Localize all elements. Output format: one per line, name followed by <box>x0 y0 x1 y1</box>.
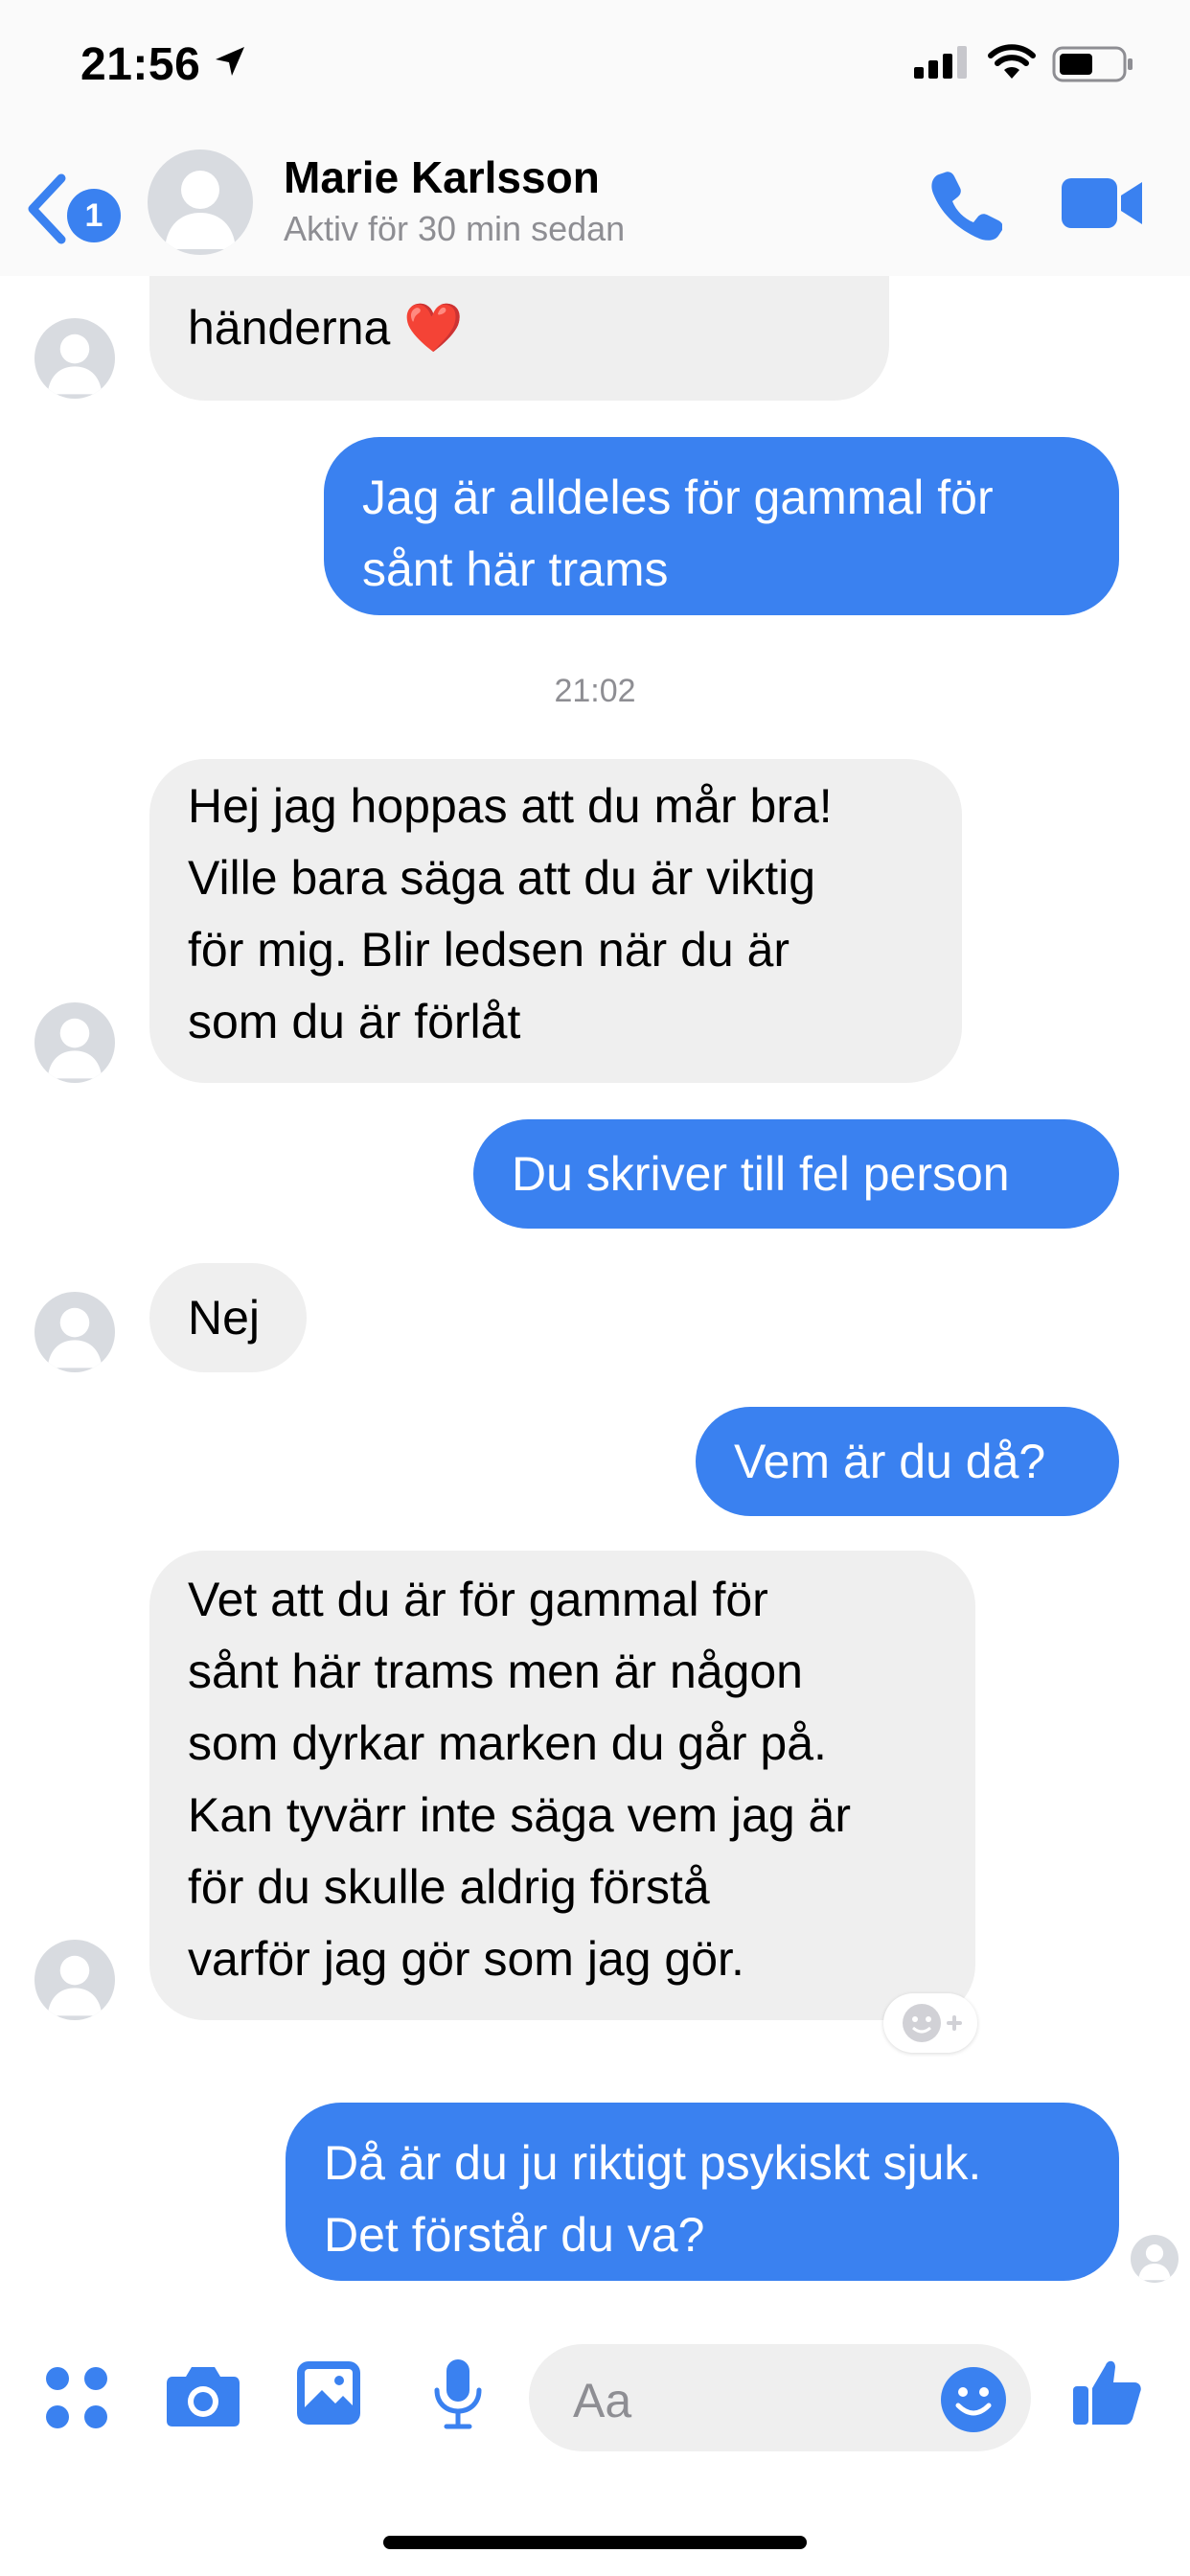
status-bar: 21:56 <box>0 0 1190 134</box>
message-line: varför jag gör som jag gör. <box>188 1932 744 1986</box>
message-line: Jag är alldeles för gammal för <box>362 471 994 524</box>
message-line: Vem är du då? <box>734 1435 1046 1488</box>
gallery-icon[interactable] <box>295 2359 362 2426</box>
signal-icon <box>914 46 967 79</box>
message-line: sånt här trams <box>362 542 669 596</box>
sender-avatar <box>34 1292 115 1372</box>
video-icon[interactable] <box>1062 174 1144 232</box>
message-input[interactable]: Aa <box>529 2344 1031 2451</box>
presence-status: Aktiv för 30 min sedan <box>284 209 626 248</box>
message-line: Det förstår du va? <box>324 2208 705 2262</box>
message-line: Då är du ju riktigt psykiskt sjuk. <box>324 2136 982 2190</box>
message-bubble[interactable]: Vet att du är för gammal för sånt här tr… <box>149 1551 975 2020</box>
message-line: Hej jag hoppas att du mår bra! <box>188 779 833 833</box>
message-bubble[interactable]: Då är du ju riktigt psykiskt sjuk. Det f… <box>286 2103 1119 2281</box>
home-indicator[interactable] <box>383 2536 807 2549</box>
unread-badge: 1 <box>67 189 121 242</box>
message-composer: Aa <box>0 2329 1190 2482</box>
contact-name[interactable]: Marie Karlsson <box>284 151 600 203</box>
message-bubble[interactable]: Nej <box>149 1263 307 1372</box>
microphone-icon[interactable] <box>429 2358 487 2430</box>
apps-icon[interactable] <box>44 2365 109 2430</box>
message-line: händerna ❤️ <box>188 301 464 355</box>
add-reaction-button[interactable] <box>883 1993 977 2053</box>
message-line: Vet att du är för gammal för <box>188 1573 768 1626</box>
message-line: för du skulle aldrig förstå <box>188 1860 710 1914</box>
add-reaction-icon <box>903 2004 962 2042</box>
contact-avatar[interactable] <box>148 150 253 255</box>
location-arrow-icon <box>216 47 244 76</box>
phone-icon[interactable] <box>926 165 1002 242</box>
battery-icon <box>1052 46 1133 82</box>
like-icon[interactable] <box>1071 2356 1144 2428</box>
message-bubble[interactable]: Hej jag hoppas att du mår bra! Ville bar… <box>149 759 962 1083</box>
status-time: 21:56 <box>80 39 201 90</box>
conversation-header: 1 Marie Karlsson Aktiv för 30 min sedan <box>0 134 1190 276</box>
message-line: som du är förlåt <box>188 995 521 1048</box>
back-button[interactable]: 1 <box>25 172 130 245</box>
sender-avatar <box>34 1002 115 1083</box>
sender-avatar <box>34 1940 115 2020</box>
message-bubble[interactable]: Du skriver till fel person <box>473 1119 1119 1229</box>
message-line: som dyrkar marken du går på. <box>188 1716 827 1770</box>
message-line: Kan tyvärr inte säga vem jag är <box>188 1788 851 1842</box>
timestamp-divider: 21:02 <box>554 673 636 709</box>
default-avatar-icon <box>165 171 236 249</box>
emoji-icon[interactable] <box>939 2365 1008 2434</box>
message-line: sånt här trams men är någon <box>188 1644 803 1698</box>
camera-icon[interactable] <box>165 2361 241 2428</box>
message-line: Ville bara säga att du är viktig <box>188 851 816 905</box>
message-line: Nej <box>188 1291 261 1345</box>
message-line: Du skriver till fel person <box>512 1147 1010 1201</box>
message-bubble[interactable]: Vem är du då? <box>696 1407 1119 1516</box>
seen-receipt-avatar <box>1131 2235 1179 2283</box>
back-chevron-icon <box>28 173 66 244</box>
message-bubble[interactable]: Jag är alldeles för gammal för sånt här … <box>324 437 1119 615</box>
message-line: för mig. Blir ledsen när du är <box>188 923 790 977</box>
wifi-icon <box>988 44 1036 79</box>
sender-avatar <box>34 318 115 399</box>
message-input-placeholder: Aa <box>573 2374 632 2427</box>
